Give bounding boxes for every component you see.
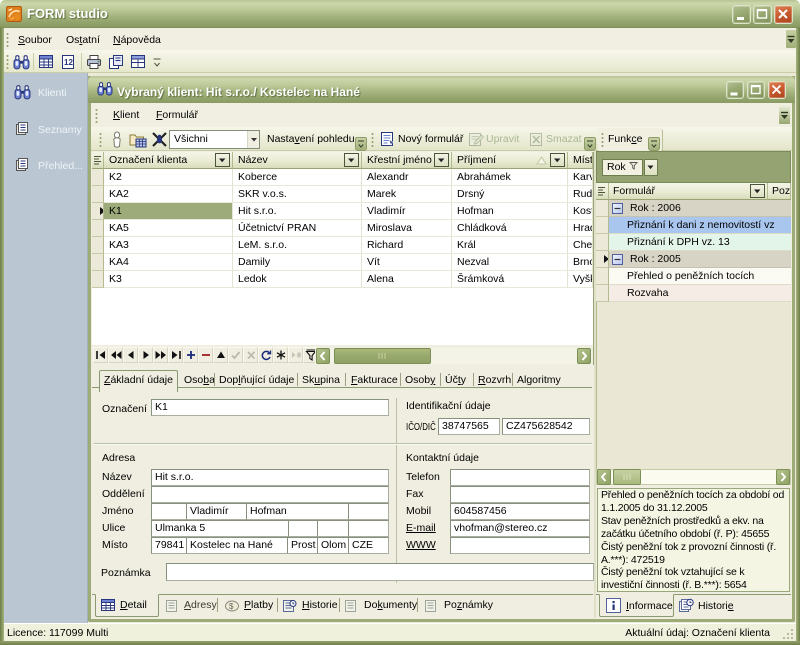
svg-text:12: 12 <box>64 58 73 67</box>
svg-text:$: $ <box>229 602 234 611</box>
